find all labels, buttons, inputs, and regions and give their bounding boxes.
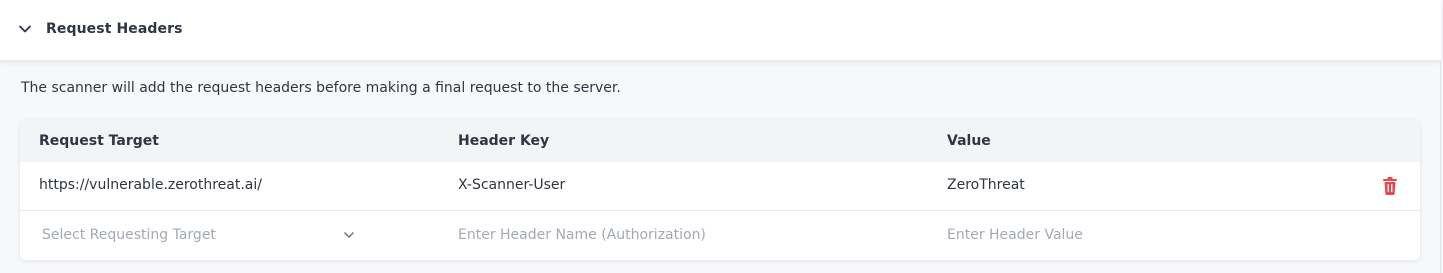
headers-table: Request Target Header Key Value https://… [20,119,1420,260]
header-name-input[interactable] [458,219,898,251]
column-header-request-target: Request Target [39,133,159,149]
cell-request-target: https://vulnerable.zerothreat.ai/ [39,177,262,193]
request-headers-panel: Request Headers The scanner will add the… [0,0,1441,273]
cell-value: ZeroThreat [947,177,1025,193]
cell-header-key: X-Scanner-User [458,177,566,193]
section-title: Request Headers [46,21,183,37]
column-header-value: Value [947,133,991,149]
request-target-placeholder: Select Requesting Target [42,227,216,243]
header-value-input[interactable] [947,219,1347,251]
table-row: https://vulnerable.zerothreat.ai/ X-Scan… [20,162,1420,211]
request-headers-toggle[interactable]: Request Headers [0,0,1441,61]
request-target-select[interactable]: Select Requesting Target [32,219,362,251]
new-header-row: Select Requesting Target [20,211,1420,260]
chevron-down-icon [344,232,354,238]
chevron-down-icon [19,25,31,33]
table-header-row: Request Target Header Key Value [20,119,1420,162]
section-description: The scanner will add the request headers… [21,80,621,96]
column-header-header-key: Header Key [458,133,550,149]
trash-icon[interactable] [1381,176,1399,196]
